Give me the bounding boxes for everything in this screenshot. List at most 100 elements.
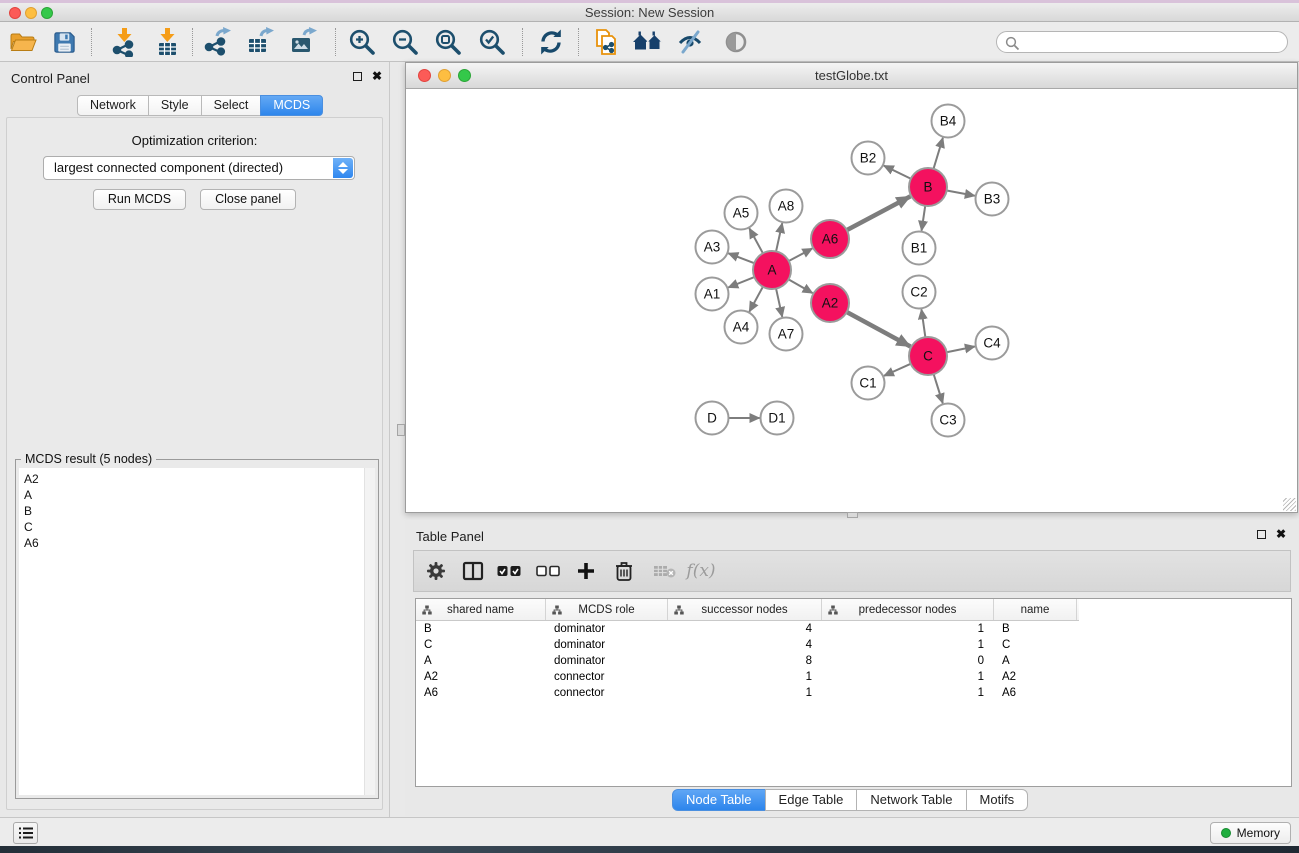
column-header-successor-nodes[interactable]: successor nodes — [668, 599, 822, 620]
zoom-network-button[interactable] — [458, 69, 471, 82]
clone-network-button[interactable] — [589, 27, 625, 57]
edge-A-A1[interactable] — [728, 277, 754, 287]
criterion-select[interactable]: largest connected component (directed) — [43, 156, 355, 180]
node-label-C: C — [923, 349, 933, 364]
cell: 1 — [822, 623, 994, 635]
cell: 1 — [822, 671, 994, 683]
hide-graphics-button[interactable] — [672, 27, 708, 57]
float-panel-icon[interactable] — [1257, 530, 1266, 539]
tab-motifs[interactable]: Motifs — [966, 789, 1029, 811]
edge-B-B2[interactable] — [884, 166, 911, 179]
close-panel-icon[interactable]: ✖ — [372, 71, 382, 82]
result-item-a[interactable]: A — [19, 487, 375, 503]
vertical-splitter-handle[interactable] — [397, 424, 405, 436]
edge-A-A3[interactable] — [728, 253, 754, 263]
edge-A-A4[interactable] — [749, 287, 763, 312]
mcds-result-list[interactable]: A2ABCA6 — [19, 468, 375, 795]
edge-C-C3[interactable] — [934, 374, 943, 403]
search-field[interactable] — [996, 31, 1288, 53]
show-column-selector-button[interactable] — [458, 551, 488, 591]
zoom-selected-button[interactable] — [474, 27, 510, 57]
memory-button[interactable]: Memory — [1210, 822, 1291, 844]
column-header-mcds-role[interactable]: MCDS role — [546, 599, 668, 620]
edge-B-B3[interactable] — [947, 191, 975, 196]
mcds-result-title: MCDS result (5 nodes) — [21, 452, 156, 466]
create-column-button[interactable] — [571, 551, 601, 591]
zoom-out-button[interactable] — [387, 27, 423, 57]
save-session-button[interactable] — [46, 27, 82, 57]
tab-node-table[interactable]: Node Table — [672, 789, 766, 811]
result-item-a6[interactable]: A6 — [19, 535, 375, 551]
edge-A2-C[interactable] — [847, 312, 911, 346]
result-item-c[interactable]: C — [19, 519, 375, 535]
tab-edge-table[interactable]: Edge Table — [765, 789, 858, 811]
horizontal-scrollbar-thumb[interactable] — [847, 512, 858, 518]
edge-C-C4[interactable] — [947, 346, 975, 352]
column-header-predecessor-nodes[interactable]: predecessor nodes — [822, 599, 994, 620]
column-header-shared-name[interactable]: shared name — [416, 599, 546, 620]
tab-network[interactable]: Network — [77, 95, 149, 116]
export-table-button[interactable] — [242, 27, 278, 57]
mcds-panel: Optimization criterion: largest connecte… — [6, 117, 383, 810]
tab-network-table[interactable]: Network Table — [856, 789, 966, 811]
table-row-b[interactable]: Bdominator41B — [416, 621, 1079, 637]
refresh-view-button[interactable] — [533, 27, 569, 57]
window-titlebar[interactable]: Session: New Session — [0, 3, 1299, 22]
edge-A-A8[interactable] — [776, 223, 782, 251]
tab-select[interactable]: Select — [201, 95, 262, 116]
edge-A6-B[interactable] — [847, 196, 911, 230]
export-image-button[interactable] — [285, 27, 321, 57]
network-canvas[interactable]: B4B2BB3A8A5A6A3B1AC2A1A2A4A7C4CC1DD1C3 — [406, 89, 1297, 512]
search-input[interactable] — [1023, 33, 1281, 51]
tab-style[interactable]: Style — [148, 95, 202, 116]
close-window-button[interactable] — [9, 7, 21, 19]
result-item-a2[interactable]: A2 — [19, 471, 375, 487]
show-graphics-button[interactable] — [718, 27, 754, 57]
edge-C-C1[interactable] — [884, 364, 911, 376]
network-view-window[interactable]: testGlobe.txt B4B2BB3A8A5A6A3B1AC2A1A2A4… — [405, 62, 1298, 513]
zoom-in-button[interactable] — [344, 27, 380, 57]
edge-A-A5[interactable] — [749, 228, 763, 253]
tab-mcds[interactable]: MCDS — [260, 95, 323, 116]
close-network-button[interactable] — [418, 69, 431, 82]
resize-grip[interactable] — [1283, 498, 1296, 511]
cell: dominator — [546, 655, 668, 667]
node-label-B: B — [923, 180, 932, 195]
edge-B-B4[interactable] — [934, 138, 943, 169]
minimize-network-button[interactable] — [438, 69, 451, 82]
table-row-a[interactable]: Adominator80A — [416, 653, 1079, 669]
result-item-b[interactable]: B — [19, 503, 375, 519]
table-row-a6[interactable]: A6connector11A6 — [416, 685, 1079, 701]
open-session-button[interactable] — [5, 27, 41, 57]
minimize-window-button[interactable] — [25, 7, 37, 19]
network-window-titlebar[interactable]: testGlobe.txt — [406, 63, 1297, 89]
zoom-window-button[interactable] — [41, 7, 53, 19]
table-settings-button[interactable] — [421, 551, 451, 591]
select-all-button[interactable] — [494, 551, 524, 591]
edge-A-A2[interactable] — [789, 279, 813, 293]
import-table-button[interactable] — [149, 27, 185, 57]
zoom-fit-button[interactable] — [430, 27, 466, 57]
column-header-name[interactable]: name — [994, 599, 1077, 620]
run-mcds-button[interactable]: Run MCDS — [93, 189, 186, 210]
edge-B-B1[interactable] — [922, 206, 926, 231]
table-row-c[interactable]: Cdominator41C — [416, 637, 1079, 653]
node-label-A1: A1 — [704, 287, 721, 302]
deselect-all-button[interactable] — [533, 551, 563, 591]
show-panels-button[interactable] — [13, 822, 38, 844]
delete-column-button[interactable] — [609, 551, 639, 591]
edge-C-C2[interactable] — [921, 309, 925, 337]
import-network-button[interactable] — [106, 27, 142, 57]
home-view-button[interactable] — [630, 27, 666, 57]
result-scrollbar[interactable] — [364, 468, 375, 795]
node-table[interactable]: shared nameMCDS rolesuccessor nodesprede… — [415, 598, 1292, 787]
edge-A-A6[interactable] — [789, 248, 813, 261]
float-panel-icon[interactable] — [353, 72, 362, 81]
edge-A-A7[interactable] — [776, 289, 782, 317]
export-network-button[interactable] — [200, 27, 236, 57]
close-panel-button[interactable]: Close panel — [200, 189, 296, 210]
cell: dominator — [546, 639, 668, 651]
table-row-a2[interactable]: A2connector11A2 — [416, 669, 1079, 685]
close-panel-icon[interactable]: ✖ — [1276, 529, 1286, 540]
select-spinner-icon[interactable] — [333, 158, 353, 178]
